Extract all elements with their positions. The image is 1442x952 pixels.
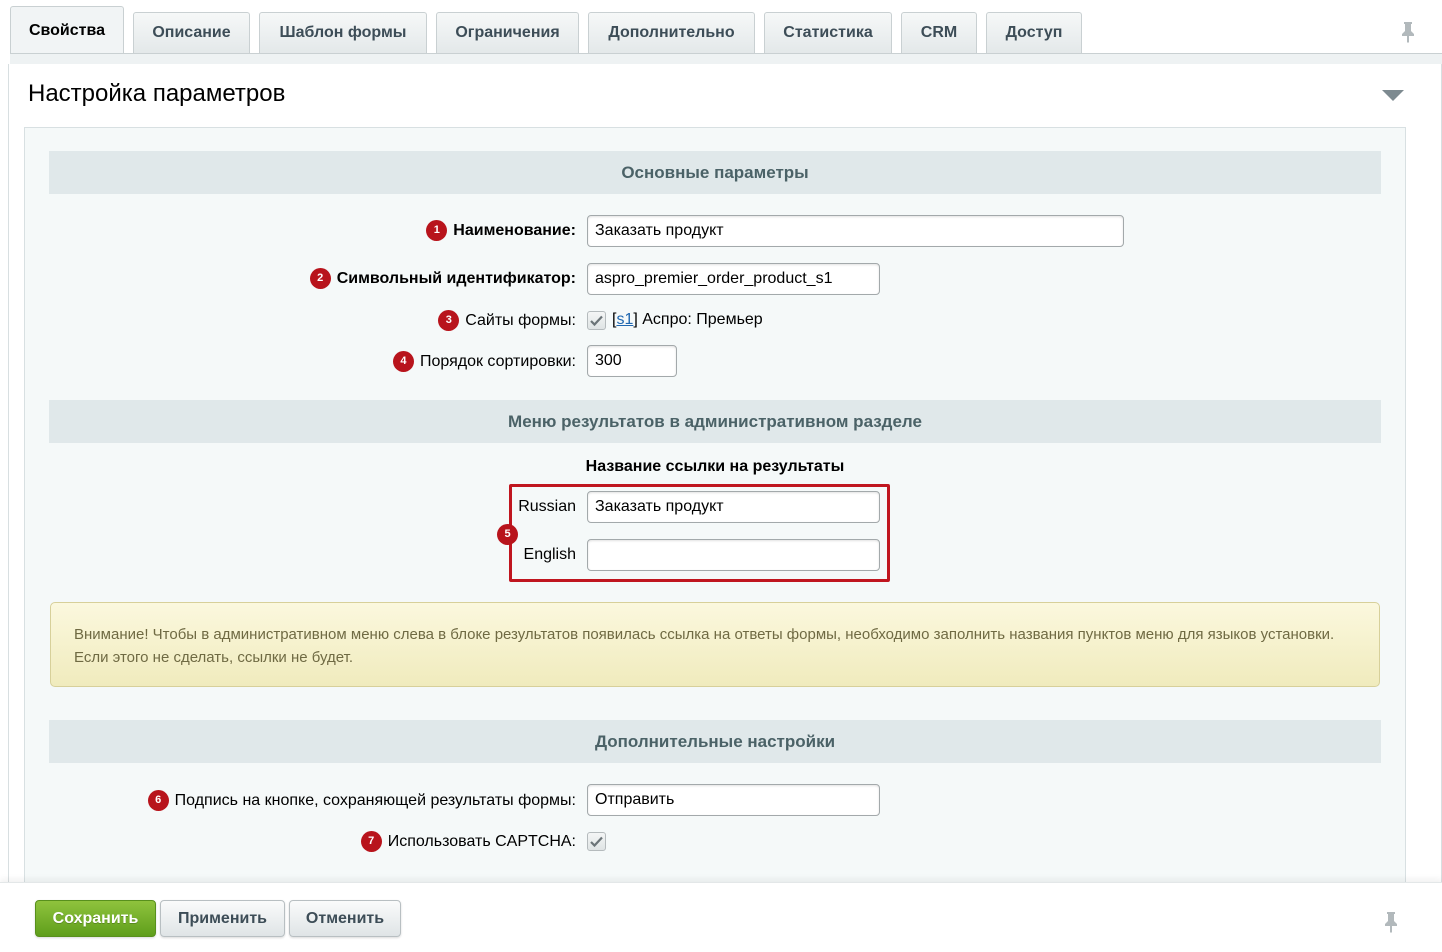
field-label-name: 1 Наименование: bbox=[426, 220, 576, 241]
captcha-checkbox[interactable] bbox=[587, 832, 606, 851]
field-label-code: 2 Символьный идентификатор: bbox=[309, 268, 576, 289]
tab-statistics[interactable]: Статистика bbox=[764, 12, 892, 54]
panel-title: Настройка параметров bbox=[28, 80, 286, 107]
cancel-button[interactable]: Отменить bbox=[289, 900, 401, 937]
tab-access[interactable]: Доступ bbox=[986, 12, 1082, 54]
button-caption-input[interactable]: Отправить bbox=[587, 784, 880, 816]
collapse-arrow-icon[interactable] bbox=[1381, 88, 1405, 102]
code-input[interactable]: aspro_premier_order_product_s1 bbox=[587, 263, 880, 295]
step-badge: 5 bbox=[497, 524, 518, 545]
tab-crm[interactable]: CRM bbox=[901, 12, 977, 54]
apply-button[interactable]: Применить bbox=[160, 900, 285, 937]
tab-form-template[interactable]: Шаблон формы bbox=[259, 12, 427, 54]
name-input[interactable]: Заказать продукт bbox=[587, 215, 1124, 247]
menu-link-title: Название ссылки на результаты bbox=[585, 458, 845, 475]
field-label-sites: 3 Сайты формы: bbox=[438, 310, 576, 331]
field-label-captcha: 7 Использовать CAPTCHA: bbox=[360, 831, 576, 852]
checkmark-icon bbox=[590, 836, 603, 848]
section-header-main: Основные параметры bbox=[49, 151, 1381, 194]
tab-restrictions[interactable]: Ограничения bbox=[436, 12, 579, 54]
english-input[interactable] bbox=[587, 539, 880, 571]
site-label: [s1] Аспро: Премьер bbox=[612, 311, 763, 328]
russian-label: Russian bbox=[518, 498, 576, 515]
warning-notice: Внимание! Чтобы в административном меню … bbox=[50, 602, 1380, 687]
step-badge: 4 bbox=[392, 351, 414, 372]
step-badge: 7 bbox=[360, 831, 382, 852]
site-link[interactable]: s1 bbox=[616, 311, 633, 328]
tab-description[interactable]: Описание bbox=[133, 12, 250, 54]
tab-additional[interactable]: Дополнительно bbox=[588, 12, 755, 54]
save-button[interactable]: Сохранить bbox=[35, 900, 156, 937]
sort-input[interactable]: 300 bbox=[587, 345, 677, 377]
step-badge: 3 bbox=[438, 310, 460, 331]
section-header-extra: Дополнительные настройки bbox=[49, 720, 1381, 763]
section-header-menu: Меню результатов в административном разд… bbox=[49, 400, 1381, 443]
russian-input[interactable]: Заказать продукт bbox=[587, 491, 880, 523]
field-label-button-caption: 6 Подпись на кнопке, сохраняющей результа… bbox=[147, 790, 576, 811]
checkmark-icon bbox=[590, 315, 603, 327]
tab-divider bbox=[10, 53, 1442, 64]
site-checkbox[interactable] bbox=[587, 311, 606, 330]
footer-pin-icon[interactable] bbox=[1381, 910, 1401, 934]
pin-icon[interactable] bbox=[1398, 20, 1418, 44]
tab-properties[interactable]: Свойства bbox=[10, 6, 124, 54]
english-label: English bbox=[523, 546, 576, 563]
step-badge: 6 bbox=[147, 790, 169, 811]
step-badge: 1 bbox=[426, 220, 448, 241]
field-label-sort: 4 Порядок сортировки: bbox=[392, 351, 576, 372]
step-badge: 2 bbox=[309, 268, 331, 289]
